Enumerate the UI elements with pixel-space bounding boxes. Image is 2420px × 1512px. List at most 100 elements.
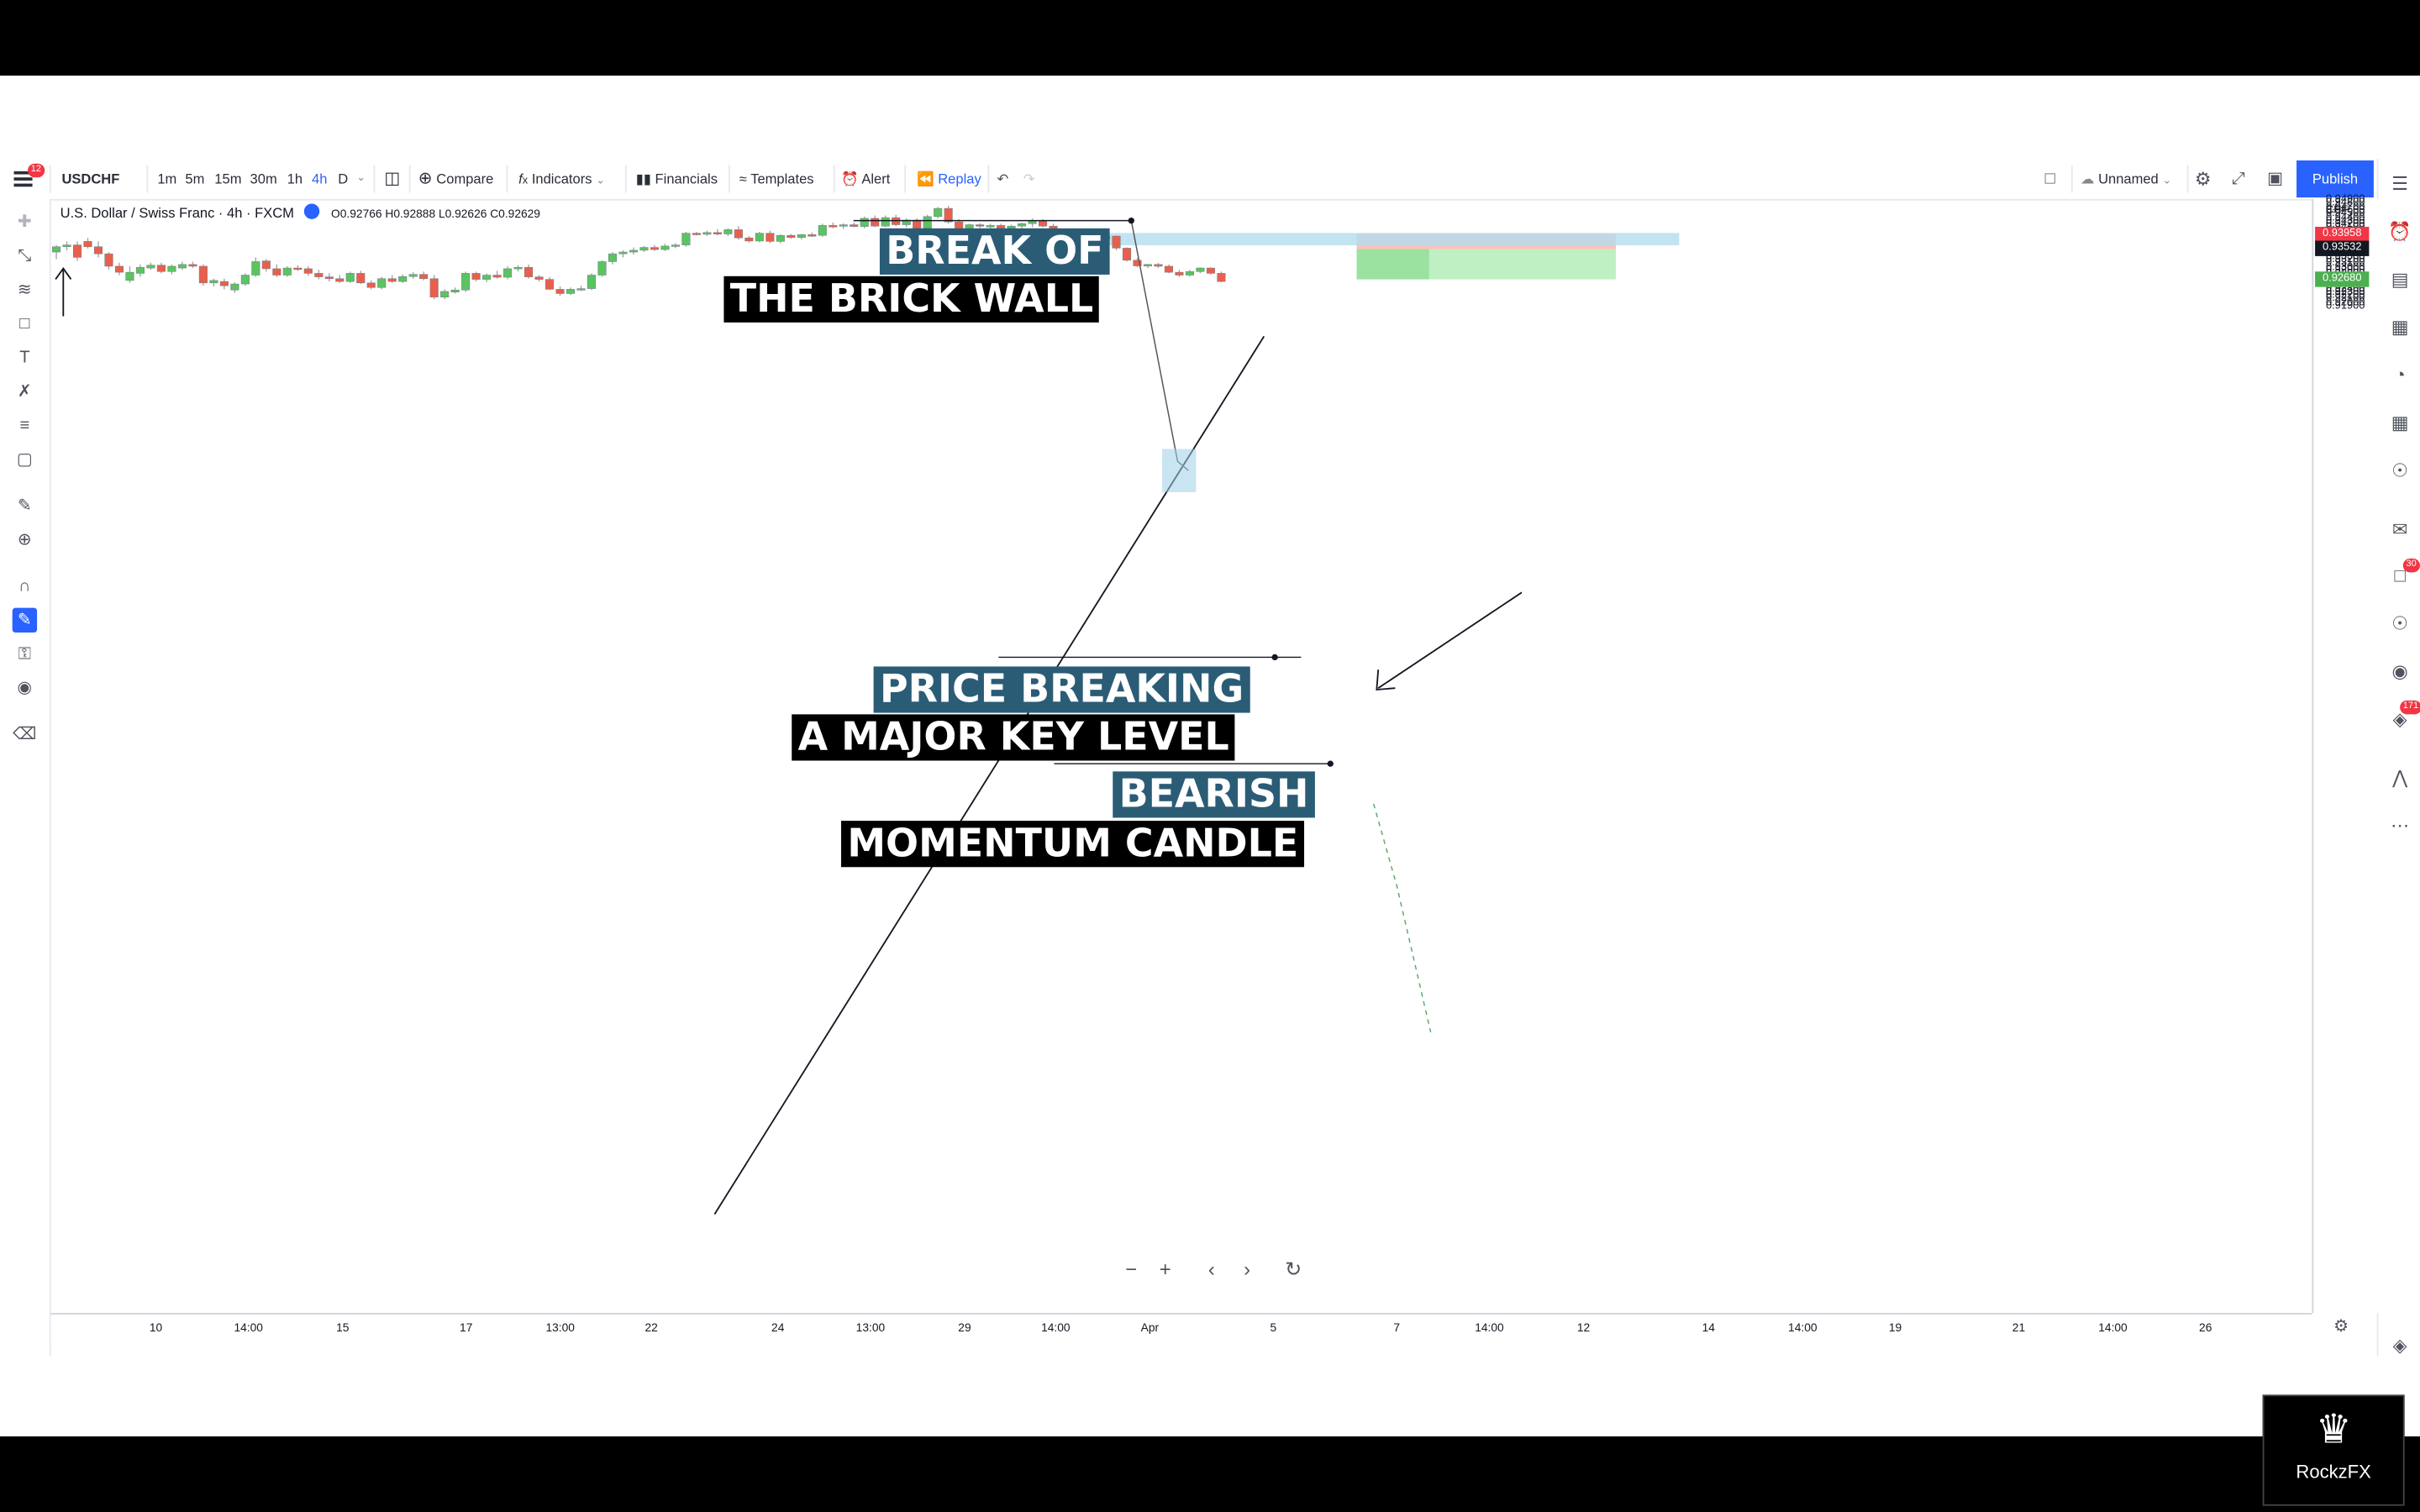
toolbar-divider [49, 165, 51, 193]
symbol-search[interactable]: USDCHF [61, 159, 119, 199]
scroll-right-icon[interactable]: › [1234, 1256, 1261, 1284]
interval-5m[interactable]: 5m [185, 159, 204, 199]
calendar-icon[interactable]: ▦ [2386, 409, 2414, 437]
text-icon[interactable]: T [13, 345, 37, 370]
logo-emblem-icon: ♛ [2315, 1405, 2352, 1452]
interval-D[interactable]: D [338, 159, 348, 199]
candle-body [524, 266, 534, 277]
time-axis[interactable]: 10 14:00 15 17 13:00 22 24 13:00 29 14:00 Apr 5 7 14:… [50, 1313, 2312, 1346]
financials-button[interactable]: ▮▮ Financials [636, 159, 718, 199]
candle-body [744, 237, 754, 242]
chart-style-icon[interactable]: ◫ [384, 159, 400, 199]
candle-body [829, 225, 838, 228]
candle-body [209, 280, 218, 284]
undo-icon[interactable]: ↶ [997, 159, 1009, 199]
order-panel-icon[interactable]: ⋀ [2386, 764, 2414, 791]
toolbar-divider [987, 165, 990, 193]
publish-button[interactable]: Publish [2296, 160, 2374, 198]
replay-status-icon[interactable] [302, 203, 319, 219]
layout-name-button[interactable]: ☁ Unnamed ⌄ [2081, 159, 2171, 199]
candle-body [1154, 264, 1163, 267]
candle-body [1206, 267, 1215, 274]
pattern-icon[interactable]: ✗ [13, 380, 37, 404]
time-tick-label: 14:00 [234, 1320, 263, 1335]
zoom-in-icon[interactable]: + [1151, 1256, 1179, 1284]
time-tick-label: 26 [2199, 1320, 2212, 1335]
interval-chevron-down-icon[interactable]: ⌄ [356, 159, 366, 199]
zoom-out-icon[interactable]: − [1118, 1256, 1145, 1284]
interval-4h[interactable]: 4h [312, 159, 327, 199]
forecast-icon[interactable]: ≡ [13, 413, 37, 438]
templates-button[interactable]: ≈ Templates [739, 159, 814, 199]
candle-body [219, 281, 229, 286]
candle-body [1196, 267, 1205, 272]
ideas-icon[interactable]: ☉ [2386, 457, 2414, 485]
ideas-stream-icon[interactable]: ☉ [2386, 610, 2414, 638]
scroll-left-icon[interactable]: ‹ [1197, 1256, 1225, 1284]
crosshair-icon[interactable]: ✚ [13, 210, 37, 234]
compare-button[interactable]: ⊕ Compare [418, 159, 494, 199]
candle-body [293, 267, 302, 270]
replay-button[interactable]: ⏪ Replay [917, 159, 981, 199]
gear-icon[interactable]: ⚙ [2195, 159, 2212, 199]
interval-1h[interactable]: 1h [287, 159, 302, 199]
news-icon[interactable]: ▦ [2386, 313, 2414, 341]
indicators-button[interactable]: fx Indicators ⌄ [518, 159, 605, 199]
stay-drawing-icon[interactable]: ✎ [12, 607, 38, 633]
magnet-icon[interactable]: ∩ [13, 574, 37, 598]
alerts-icon[interactable]: ⏰ [2386, 218, 2414, 245]
alert-button[interactable]: ⏰ Alert [841, 159, 890, 199]
interval-1m[interactable]: 1m [157, 159, 176, 199]
candle-body [723, 229, 733, 234]
streams-icon[interactable]: ◉ [2386, 657, 2414, 685]
redo-icon[interactable]: ↷ [1023, 159, 1035, 199]
layout-square-icon[interactable]: □ [2045, 159, 2055, 199]
watchlist-icon[interactable]: ☰ [2386, 170, 2414, 197]
interval-30m[interactable]: 30m [250, 159, 277, 199]
toolbar-divider [624, 165, 627, 193]
layers-icon[interactable]: ◈ [2386, 1331, 2414, 1359]
ruler-icon[interactable]: ✎ [13, 494, 37, 518]
trend-line-icon[interactable]: ⤡ [13, 244, 37, 268]
axis-settings-gear-icon[interactable]: ⚙ [2333, 1316, 2349, 1336]
candle-body [660, 245, 670, 250]
letterbox-top [0, 0, 2420, 76]
candle-body [146, 265, 155, 269]
indicators-label: Indicators [531, 171, 592, 187]
fullscreen-icon[interactable]: ⤢ [2232, 159, 2245, 199]
candle-body [681, 233, 691, 245]
candle-body [587, 275, 597, 289]
candle-body [976, 224, 985, 227]
candle-body [1122, 248, 1132, 261]
time-tick-label: 12 [1576, 1320, 1591, 1335]
fib-icon[interactable]: ≋ [13, 278, 37, 302]
time-tick-label: 14:00 [1475, 1320, 1504, 1335]
candle-body [576, 288, 586, 291]
candle-body [93, 246, 103, 255]
entry-arrow-line [1377, 591, 1523, 689]
zoom-in-icon[interactable]: ⊕ [13, 528, 37, 552]
dom-icon[interactable]: ⋯ [2386, 811, 2414, 839]
menu-badge: 12 [28, 163, 45, 178]
hotlist-icon[interactable]: ◔ [2386, 361, 2414, 389]
price-axis[interactable]: CHF 0.94900 0.94800 0.94700 0.94600 0.94500 0… [2312, 194, 2379, 1314]
candle-body [377, 278, 387, 288]
eye-icon[interactable]: ◉ [13, 675, 37, 700]
replay-label: Replay [938, 171, 981, 187]
candle-body [913, 219, 922, 229]
interval-15m[interactable]: 15m [214, 159, 241, 199]
candle-body [692, 233, 701, 235]
trash-icon[interactable]: ⌫ [13, 722, 37, 747]
camera-icon[interactable]: ▣ [2267, 159, 2283, 199]
rectangle-icon[interactable]: □ [13, 312, 37, 336]
time-tick-label: 14:00 [1041, 1320, 1071, 1335]
candle-body [702, 232, 712, 235]
time-tick-label: 24 [771, 1320, 785, 1335]
candle-body [713, 232, 722, 234]
lock-icon[interactable]: ⚿ [13, 642, 37, 666]
data-window-icon[interactable]: ▤ [2386, 265, 2414, 293]
reset-chart-icon[interactable]: ↻ [1280, 1256, 1307, 1284]
candle-body [303, 268, 313, 274]
chats-icon[interactable]: ✉ [2386, 515, 2414, 543]
shapes-icon[interactable]: ▢ [13, 448, 37, 472]
